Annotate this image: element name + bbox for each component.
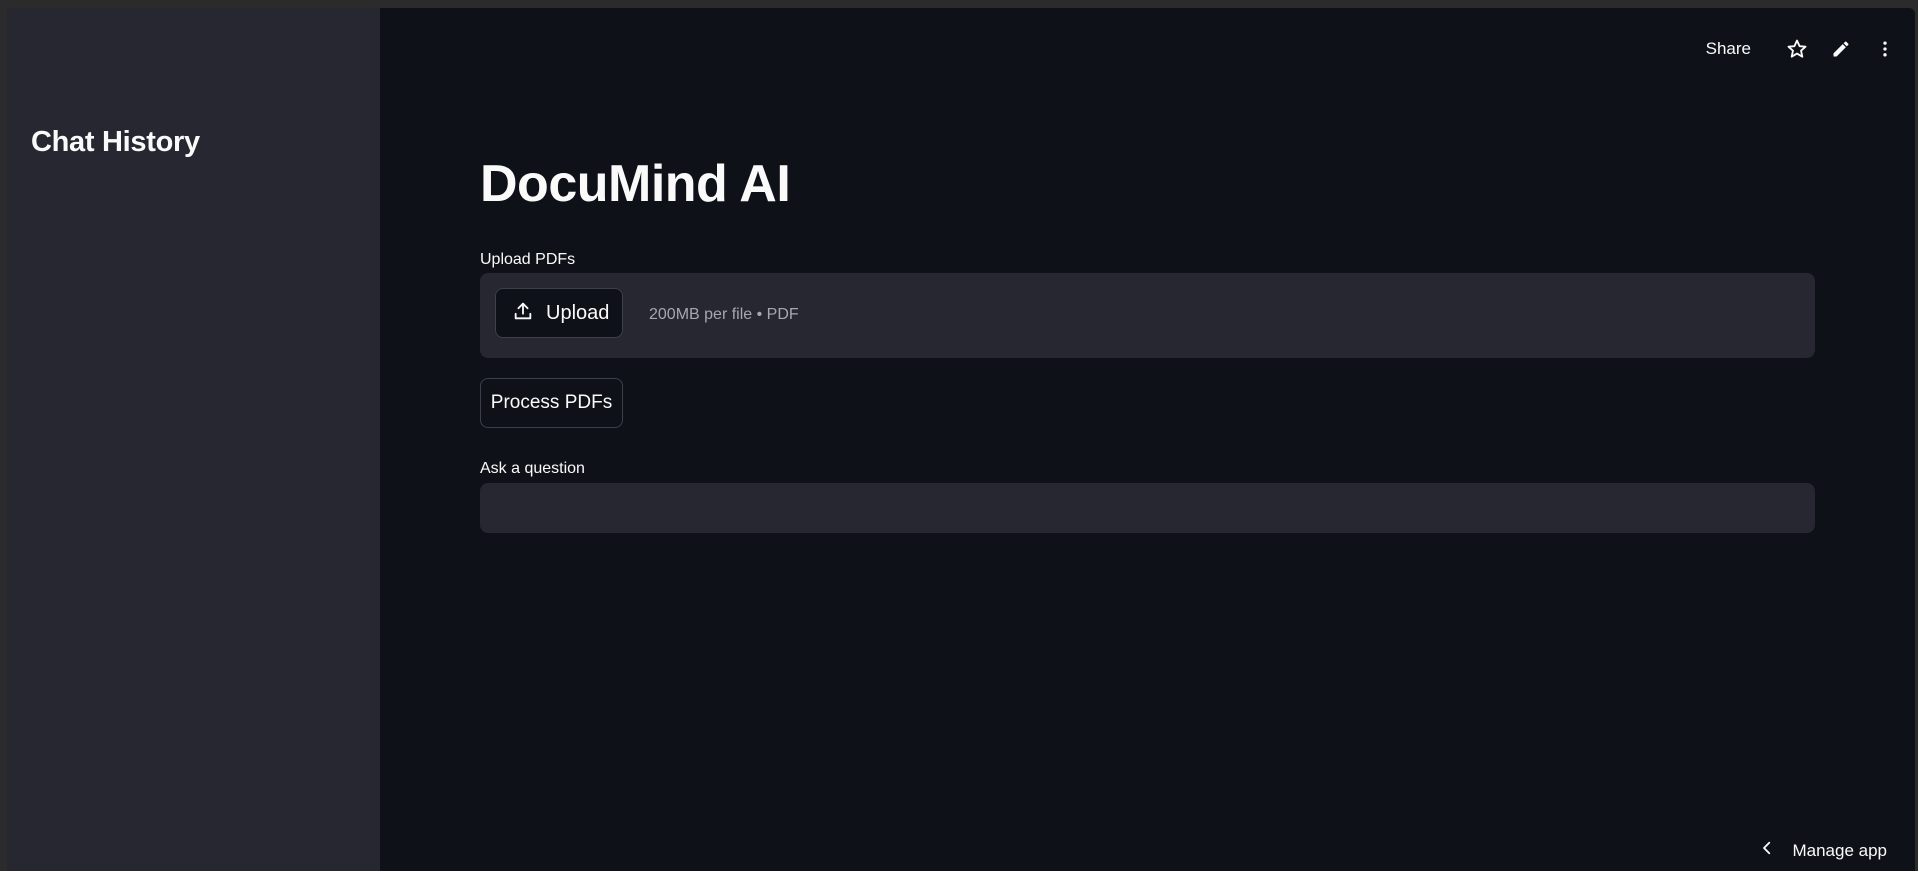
question-label: Ask a question [480, 460, 585, 477]
upload-hint: 200MB per file • PDF [649, 306, 799, 323]
question-input[interactable] [480, 483, 1815, 533]
page-title: DocuMind AI [480, 155, 791, 213]
chevron-left-icon [1758, 839, 1776, 862]
main-content: DocuMind AI Upload PDFs Upload 200MB per… [480, 8, 1815, 871]
more-vertical-icon[interactable] [1871, 35, 1899, 63]
upload-button[interactable]: Upload [495, 288, 623, 338]
app-window: Chat History Share DocuMind AI Upload PD… [7, 8, 1915, 871]
upload-icon [512, 300, 534, 327]
sidebar-title: Chat History [31, 126, 200, 158]
manage-app-button[interactable]: Manage app [1758, 839, 1887, 862]
file-dropzone[interactable]: Upload 200MB per file • PDF [480, 273, 1815, 358]
manage-app-label: Manage app [1792, 840, 1887, 860]
upload-button-label: Upload [546, 301, 610, 324]
pencil-icon[interactable] [1827, 35, 1855, 63]
sidebar: Chat History [7, 8, 380, 871]
upload-label: Upload PDFs [480, 251, 576, 268]
process-pdfs-button[interactable]: Process PDFs [480, 378, 623, 428]
